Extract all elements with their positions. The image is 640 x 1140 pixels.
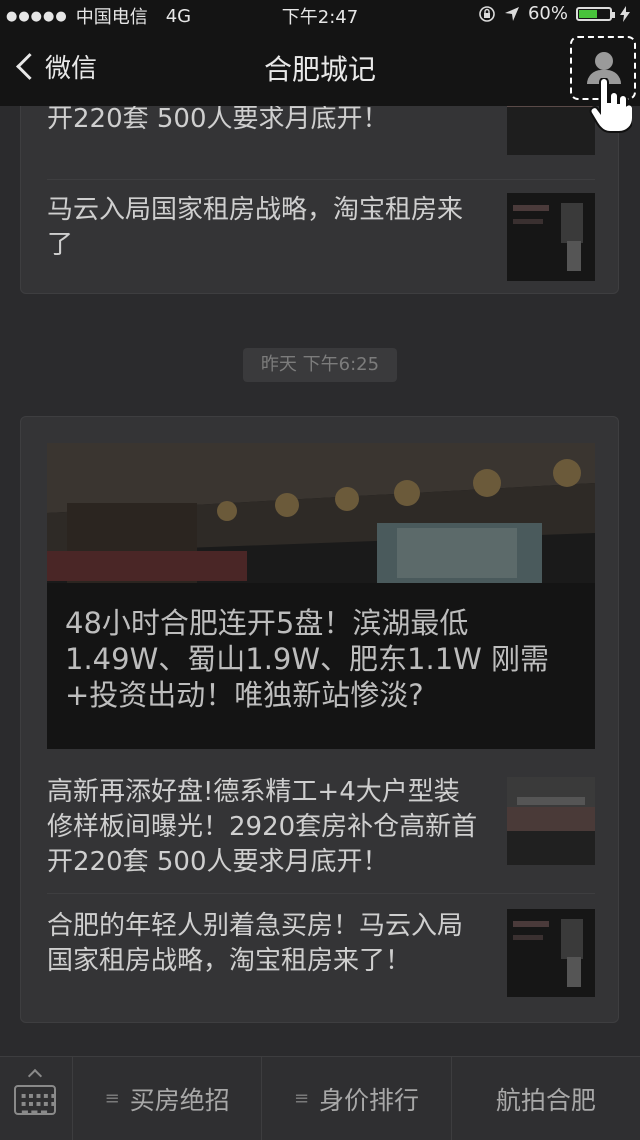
menu-button-buy-tips[interactable]: ≡ 买房绝招 bbox=[73, 1057, 263, 1140]
battery-percent: 60% bbox=[527, 3, 568, 24]
hand-pointer-icon bbox=[589, 78, 632, 133]
status-bar: ●●●●● 中国电信 4G 下午2:47 60% bbox=[0, 0, 640, 28]
article-title: 合肥的年轻人别着急买房！马云入局国家租房战略，淘宝租房来了！ bbox=[47, 911, 464, 976]
article-title: 马云入局国家租房战略，淘宝租房来了 bbox=[47, 195, 464, 260]
article-list-item[interactable]: 修样板间曝光！2920套房补仓高新首开220套 500人要求月底开！ bbox=[47, 106, 595, 155]
hero-article[interactable]: 48小时合肥连开5盘！滨湖最低1.49W、蜀山1.9W、肥东1.1W 刚需+投资… bbox=[47, 443, 595, 749]
menu-button-value-ranking[interactable]: ≡ 身价排行 bbox=[262, 1057, 452, 1140]
rotation-lock-icon bbox=[479, 5, 495, 22]
article-list-item[interactable]: 合肥的年轻人别着急买房！马云入局国家租房战略，淘宝租房来了！ bbox=[47, 909, 595, 997]
location-icon bbox=[504, 6, 519, 21]
article-thumbnail bbox=[507, 777, 595, 865]
status-right: 60% bbox=[478, 3, 630, 24]
navigation-bar: 微信 合肥城记 bbox=[0, 28, 640, 106]
message-feed[interactable]: 修样板间曝光！2920套房补仓高新首开220套 500人要求月底开！ 马云入局国… bbox=[0, 106, 640, 1056]
bottom-custom-menu: ▪▪▪▪▪ ▪▪▪▪▪ ▬▬▬ ≡ 买房绝招 ≡ 身价排行 航拍合肥 bbox=[0, 1056, 640, 1140]
hero-title: 48小时合肥连开5盘！滨湖最低1.49W、蜀山1.9W、肥东1.1W 刚需+投资… bbox=[65, 606, 550, 712]
person-icon bbox=[595, 52, 613, 70]
divider bbox=[47, 179, 595, 180]
submenu-icon: ≡ bbox=[104, 1088, 120, 1109]
keyboard-icon: ▪▪▪▪▪ ▪▪▪▪▪ ▬▬▬ bbox=[14, 1085, 56, 1116]
article-title: 修样板间曝光！2920套房补仓高新首开220套 500人要求月底开！ bbox=[47, 106, 389, 134]
submenu-icon: ≡ bbox=[293, 1088, 310, 1109]
battery-tip bbox=[612, 11, 615, 18]
article-thumbnail bbox=[507, 193, 595, 281]
menu-button-aerial-hefei[interactable]: 航拍合肥 bbox=[452, 1057, 640, 1140]
menu-label: 买房绝招 bbox=[129, 1085, 230, 1115]
charging-icon bbox=[620, 5, 630, 22]
keyboard-toggle-button[interactable]: ▪▪▪▪▪ ▪▪▪▪▪ ▬▬▬ bbox=[0, 1057, 73, 1140]
caret-up-icon bbox=[27, 1068, 43, 1084]
menu-label: 身价排行 bbox=[319, 1085, 420, 1115]
battery-fill bbox=[579, 9, 597, 18]
message-timestamp: 昨天 下午6:25 bbox=[243, 348, 397, 382]
menu-label: 航拍合肥 bbox=[495, 1085, 596, 1115]
article-card: 修样板间曝光！2920套房补仓高新首开220套 500人要求月底开！ 马云入局国… bbox=[20, 106, 619, 294]
article-thumbnail bbox=[507, 909, 595, 997]
article-list-item[interactable]: 高新再添好盘!德系精工+4大户型装修样板间曝光！2920套房补仓高新首开220套… bbox=[47, 775, 595, 880]
article-thumbnail bbox=[507, 106, 595, 155]
divider bbox=[47, 893, 595, 894]
battery-icon bbox=[576, 6, 615, 21]
article-list-item[interactable]: 马云入局国家租房战略，淘宝租房来了 bbox=[47, 193, 595, 281]
article-title: 高新再添好盘!德系精工+4大户型装修样板间曝光！2920套房补仓高新首开220套… bbox=[47, 777, 478, 877]
article-card: 48小时合肥连开5盘！滨湖最低1.49W、蜀山1.9W、肥东1.1W 刚需+投资… bbox=[20, 416, 619, 1023]
page-title: 合肥城记 bbox=[263, 53, 376, 86]
